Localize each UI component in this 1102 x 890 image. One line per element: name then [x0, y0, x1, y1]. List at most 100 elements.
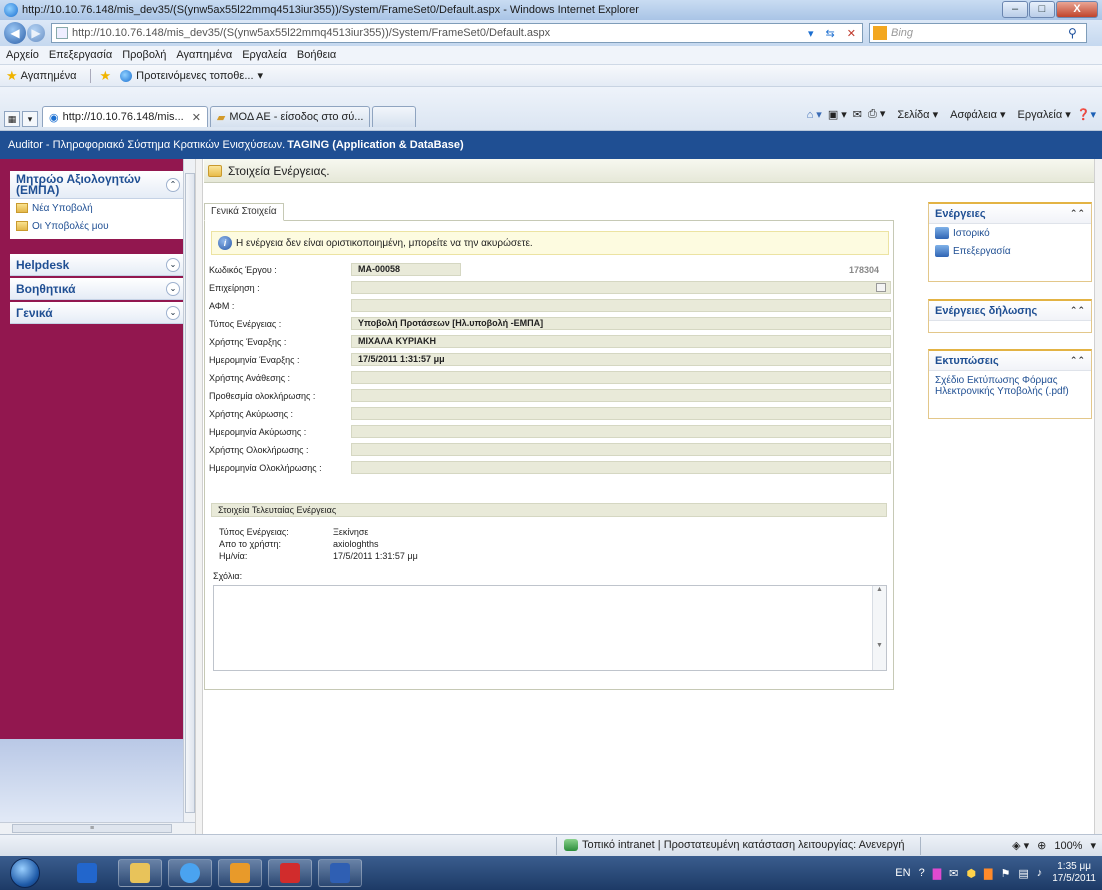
- history-link[interactable]: Ιστορικό: [929, 224, 1091, 242]
- field-cancel-date: Ημερομηνία Ακύρωσης :: [209, 425, 891, 439]
- print-form-link[interactable]: Σχέδιο Εκτύπωσης Φόρμας Ηλεκτρονικής Υπο…: [929, 371, 1091, 401]
- edit-link[interactable]: Επεξεργασία: [929, 242, 1091, 260]
- textarea-scrollbar[interactable]: ▲ ▼: [872, 586, 886, 670]
- office-tray-icon[interactable]: ▇: [984, 867, 992, 880]
- system-tray: EN ? ▇ ✉ ⬢ ▇ ⚑ ▤ ♪ 1:35 μμ 17/5/2011: [732, 856, 1102, 890]
- shield-tray-icon[interactable]: ⬢: [966, 867, 976, 880]
- field-cancel-user: Χρήστης Ακύρωσης :: [209, 407, 891, 421]
- menu-favorites[interactable]: Αγαπημένα: [176, 49, 232, 61]
- zoom-icon: ⊕: [1037, 840, 1047, 852]
- start-button[interactable]: [10, 858, 40, 888]
- taskbar-word-icon[interactable]: [318, 859, 362, 887]
- prints-box: Εκτυπώσεις ⌃⌃ Σχέδιο Εκτύπωσης Φόρμας Ηλ…: [928, 349, 1092, 419]
- sidebar-scrollbar[interactable]: [183, 159, 195, 831]
- forward-button[interactable]: ▶: [27, 24, 45, 42]
- comments-textarea[interactable]: ▲ ▼: [213, 585, 887, 671]
- maximize-button[interactable]: □: [1029, 1, 1055, 18]
- page-title: Στοιχεία Ενέργειας.: [228, 163, 330, 178]
- taskbar-acrobat-icon[interactable]: [268, 859, 312, 887]
- network-tray-icon[interactable]: ▤: [1018, 867, 1028, 880]
- menu-edit[interactable]: Επεξεργασία: [49, 49, 112, 61]
- menu-help[interactable]: Βοήθεια: [297, 49, 336, 61]
- sidebar-section-general[interactable]: Γενικά ⌄: [10, 302, 186, 324]
- last-action-type: Τύπος Ενέργειας: Ξεκίνησε: [219, 527, 369, 537]
- clock[interactable]: 1:35 μμ 17/5/2011: [1052, 861, 1096, 885]
- main-scrollbar[interactable]: [1094, 159, 1102, 834]
- lookup-icon[interactable]: [876, 283, 886, 292]
- expand-icon[interactable]: ⌄: [166, 257, 180, 272]
- menu-view[interactable]: Προβολή: [122, 49, 166, 61]
- search-input[interactable]: Bing: [891, 27, 1068, 39]
- sidebar-section-helpers[interactable]: Βοηθητικά ⌄: [10, 278, 186, 300]
- taskbar-explorer-icon[interactable]: [118, 859, 162, 887]
- security-zone[interactable]: Τοπικό intranet | Προστατευμένη κατάστασ…: [564, 839, 904, 851]
- zoom-dropdown-icon[interactable]: ▾: [1090, 839, 1096, 852]
- ie-page-icon: [120, 69, 133, 82]
- tab-inactive[interactable]: ▰ ΜΟΔ ΑΕ - είσοδος στο σύ...: [209, 106, 371, 127]
- mail-icon[interactable]: ✉: [853, 108, 862, 121]
- sidebar-item-new-submission[interactable]: Νέα Υποβολή: [10, 199, 186, 217]
- page-menu[interactable]: Σελίδα ▾: [891, 108, 938, 121]
- sidebar-section-helpdesk[interactable]: Helpdesk ⌄: [10, 254, 186, 276]
- tools-menu[interactable]: Εργαλεία ▾: [1012, 108, 1071, 121]
- sidebar-hscrollbar[interactable]: ≡: [0, 822, 195, 834]
- back-button[interactable]: ◀: [4, 22, 26, 44]
- address-url[interactable]: http://10.10.76.148/mis_dev35/(S(ynw5ax5…: [72, 27, 802, 39]
- taskbar-outlook-icon[interactable]: [218, 859, 262, 887]
- print-icon[interactable]: ⎙ ▾: [868, 107, 885, 121]
- zoom-level[interactable]: 100%: [1054, 840, 1082, 852]
- sidebar-section-registry: Μητρώο Αξιολογητών (ΕΜΠΑ) ⌃ Νέα Υποβολή …: [10, 171, 186, 239]
- sidebar-item-my-submissions[interactable]: Οι Υποβολές μου: [10, 217, 186, 235]
- declaration-actions-box: Ενέργειες δήλωσης ⌃⌃: [928, 299, 1092, 333]
- feeds-icon[interactable]: ▣ ▾: [828, 108, 847, 121]
- onenote-tray-icon[interactable]: ▇: [933, 867, 941, 880]
- taskbar-media-icon[interactable]: [70, 859, 104, 887]
- collapse-icon[interactable]: ⌃⌃: [1070, 355, 1085, 366]
- menu-tools[interactable]: Εργαλεία: [242, 49, 287, 61]
- mail-tray-icon[interactable]: ✉: [949, 867, 958, 880]
- help-tray-icon[interactable]: ?: [919, 867, 925, 879]
- field-start-date: Ημερομηνία Έναρξης : 17/5/2011 1:31:57 μ…: [209, 353, 891, 367]
- tab-general[interactable]: Γενικά Στοιχεία: [204, 203, 284, 221]
- expand-icon[interactable]: ⌄: [166, 305, 180, 320]
- add-favorites-button[interactable]: ★: [99, 68, 114, 84]
- volume-tray-icon[interactable]: ♪: [1037, 867, 1043, 879]
- security-icon[interactable]: ◈ ▾: [1012, 839, 1029, 852]
- app-header-title: TAGING (Application & DataBase): [287, 139, 464, 151]
- close-button[interactable]: X: [1056, 1, 1098, 18]
- quick-tabs-icon[interactable]: ▦: [4, 111, 20, 127]
- taskbar-ie-icon[interactable]: [168, 859, 212, 887]
- stop-icon[interactable]: ✕: [847, 27, 856, 40]
- minimize-button[interactable]: ‒: [1002, 1, 1028, 18]
- tab-list-icon[interactable]: ▾: [22, 111, 38, 127]
- help-icon[interactable]: ❓▾: [1077, 108, 1096, 121]
- window-controls: ‒ □ X: [1001, 1, 1098, 18]
- field-deadline: Προθεσμία ολοκλήρωσης :: [209, 389, 891, 403]
- refresh-icon[interactable]: ⇆: [826, 27, 835, 40]
- flag-tray-icon[interactable]: ⚑: [1000, 867, 1010, 880]
- collapse-icon[interactable]: ⌃⌃: [1070, 305, 1085, 316]
- language-indicator[interactable]: EN: [895, 867, 910, 879]
- notice-banner: i Η ενέργεια δεν είναι οριστικοποιημένη,…: [211, 231, 889, 255]
- collapse-icon[interactable]: ⌃: [166, 177, 180, 192]
- search-icon[interactable]: ⚲: [1068, 26, 1086, 40]
- field-assign-user: Χρήστης Ανάθεσης :: [209, 371, 891, 385]
- suggested-sites-button[interactable]: Προτεινόμενες τοποθε... ▾: [120, 69, 263, 82]
- field-project-code: Κωδικός Έργου : MA-00058 178304: [209, 263, 880, 276]
- favorites-button[interactable]: ★ Αγαπημένα: [6, 68, 76, 84]
- new-tab-button[interactable]: [372, 106, 417, 127]
- dropdown-icon[interactable]: ▾: [808, 27, 814, 40]
- sidebar-section-header[interactable]: Μητρώο Αξιολογητών (ΕΜΠΑ) ⌃: [10, 171, 186, 199]
- tab-active[interactable]: ◉ http://10.10.76.148/mis... ✕: [42, 106, 208, 127]
- home-icon[interactable]: ⌂ ▾: [807, 108, 822, 121]
- frame-splitter[interactable]: [195, 159, 203, 834]
- expand-icon[interactable]: ⌄: [166, 281, 180, 296]
- close-tab-icon[interactable]: ✕: [192, 111, 201, 124]
- menu-file[interactable]: Αρχείο: [6, 49, 39, 61]
- search-box[interactable]: Bing ⚲: [869, 23, 1087, 43]
- collapse-icon[interactable]: ⌃⌃: [1070, 208, 1085, 219]
- safety-menu[interactable]: Ασφάλεια ▾: [944, 108, 1005, 121]
- zoom-control[interactable]: ◈ ▾ ⊕ 100% ▾: [1004, 839, 1096, 853]
- address-bar[interactable]: http://10.10.76.148/mis_dev35/(S(ynw5ax5…: [51, 23, 863, 43]
- info-icon: i: [218, 236, 232, 250]
